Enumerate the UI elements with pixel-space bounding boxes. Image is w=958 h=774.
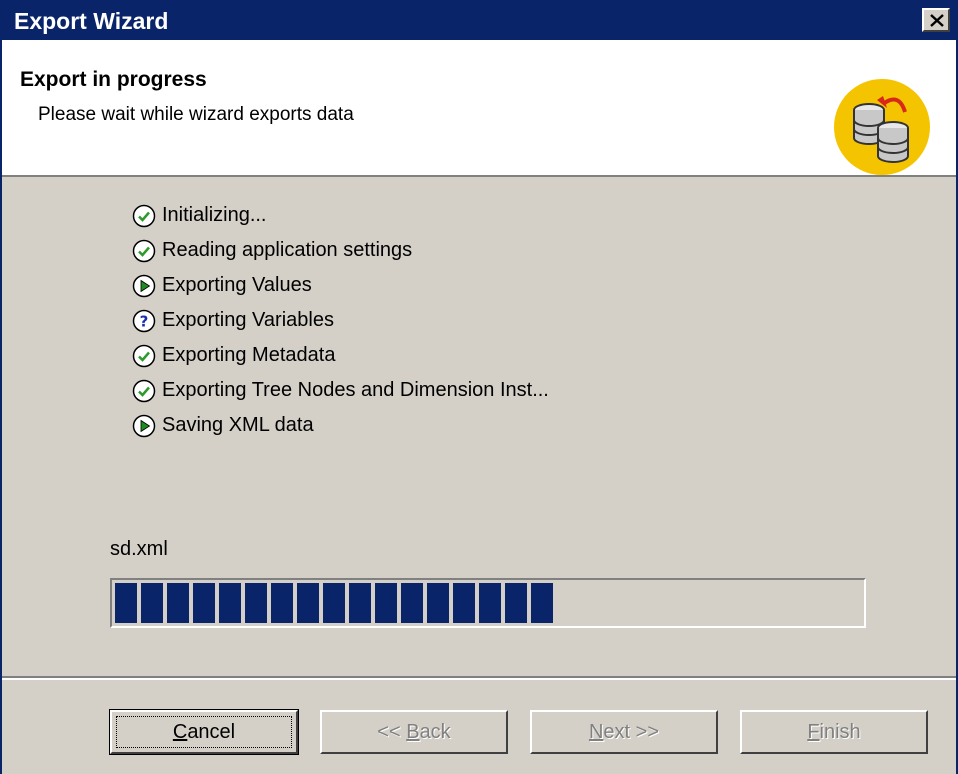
progress-segment xyxy=(193,583,215,623)
title-bar[interactable]: Export Wizard xyxy=(2,0,956,40)
cancel-button[interactable]: Cancel xyxy=(109,709,299,755)
next-mnemonic: N xyxy=(588,721,604,743)
step-label: Reading application settings xyxy=(162,239,413,261)
progress-segment xyxy=(505,583,527,623)
next-button[interactable]: Next >> xyxy=(530,710,718,754)
back-label: ack xyxy=(419,721,451,743)
question-icon: ? xyxy=(132,309,156,332)
progress-segment xyxy=(427,583,449,623)
progress-segment xyxy=(453,583,475,623)
step-label: Exporting Variables xyxy=(162,309,334,331)
check-icon xyxy=(132,379,156,402)
step-item: Saving XML data xyxy=(132,408,549,443)
focus-rect xyxy=(116,716,292,748)
finish-button[interactable]: Finish xyxy=(740,710,928,754)
play-icon xyxy=(132,414,156,437)
progress-segment xyxy=(115,583,137,623)
close-icon xyxy=(930,14,944,27)
play-icon xyxy=(132,274,156,297)
progress-segment xyxy=(401,583,423,623)
back-button[interactable]: << Back xyxy=(320,710,508,754)
back-mnemonic: B xyxy=(406,721,420,743)
progress-segment xyxy=(141,583,163,623)
progress-segment xyxy=(297,583,319,623)
step-label: Exporting Tree Nodes and Dimension Inst.… xyxy=(162,379,549,401)
window-title: Export Wizard xyxy=(14,8,169,34)
check-icon xyxy=(132,239,156,262)
header-title: Export in progress xyxy=(20,68,207,91)
progress-segment xyxy=(349,583,371,623)
database-export-icon xyxy=(834,79,930,175)
step-label: Exporting Metadata xyxy=(162,344,336,366)
progress-segment xyxy=(375,583,397,623)
finish-label: inish xyxy=(819,721,861,743)
export-wizard-window: Export Wizard Export in progress Please … xyxy=(0,0,958,774)
step-label: Saving XML data xyxy=(162,414,314,436)
progress-segment xyxy=(245,583,267,623)
step-item: Initializing... xyxy=(132,198,549,233)
check-icon xyxy=(132,344,156,367)
step-item: Exporting Metadata xyxy=(132,338,549,373)
step-item: Reading application settings xyxy=(132,233,549,268)
progress-segment xyxy=(271,583,293,623)
step-label: Exporting Values xyxy=(162,274,312,296)
progress-segment xyxy=(167,583,189,623)
header-subtitle: Please wait while wizard exports data xyxy=(38,104,354,125)
progress-segment xyxy=(479,583,501,623)
finish-mnemonic: F xyxy=(807,721,820,743)
step-item: Exporting Values xyxy=(132,268,549,303)
progress-track xyxy=(115,583,861,623)
step-item: Exporting Tree Nodes and Dimension Inst.… xyxy=(132,373,549,408)
svg-text:?: ? xyxy=(140,312,149,330)
check-icon xyxy=(132,204,156,227)
step-item: ? Exporting Variables xyxy=(132,303,549,338)
progress-segment xyxy=(219,583,241,623)
step-label: Initializing... xyxy=(162,204,267,226)
progress-segment xyxy=(323,583,345,623)
progress-segment xyxy=(531,583,553,623)
step-list: Initializing... Reading application sett… xyxy=(132,198,549,443)
wizard-header: Export in progress Please wait while wiz… xyxy=(2,40,956,177)
next-label: ext >> xyxy=(603,721,660,743)
button-separator xyxy=(2,676,956,680)
back-arrows: << xyxy=(377,721,407,743)
progress-bar xyxy=(110,578,866,628)
close-button[interactable] xyxy=(922,8,950,32)
current-file-label: sd.xml xyxy=(110,538,168,560)
